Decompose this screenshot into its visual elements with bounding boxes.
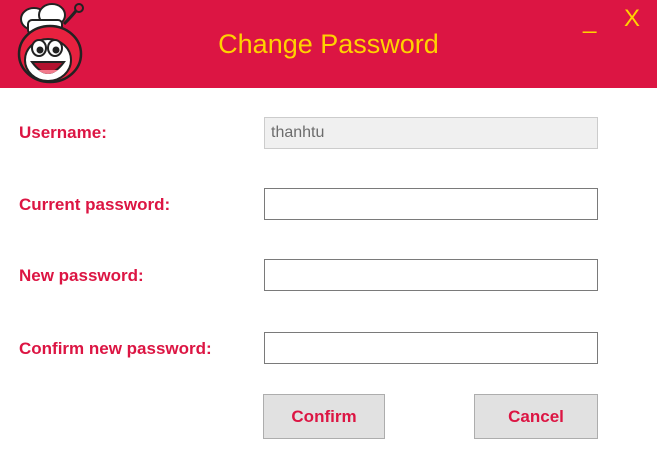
new-password-field[interactable]	[264, 259, 598, 291]
username-field	[264, 117, 598, 149]
window-title: Change Password	[218, 29, 439, 59]
minimize-button[interactable]: _	[583, 6, 596, 36]
change-password-window: Change Password _ X Username: Current pa…	[0, 0, 657, 471]
current-password-label: Current password:	[19, 195, 171, 214]
title-bar: Change Password _ X	[0, 0, 657, 88]
confirm-new-password-field[interactable]	[264, 332, 598, 364]
cancel-button[interactable]: Cancel	[474, 394, 598, 439]
username-label: Username:	[19, 123, 107, 142]
confirm-new-password-label: Confirm new password:	[19, 339, 212, 358]
close-button[interactable]: X	[624, 4, 640, 34]
current-password-field[interactable]	[264, 188, 598, 220]
new-password-label: New password:	[19, 266, 144, 285]
confirm-button[interactable]: Confirm	[263, 394, 385, 439]
